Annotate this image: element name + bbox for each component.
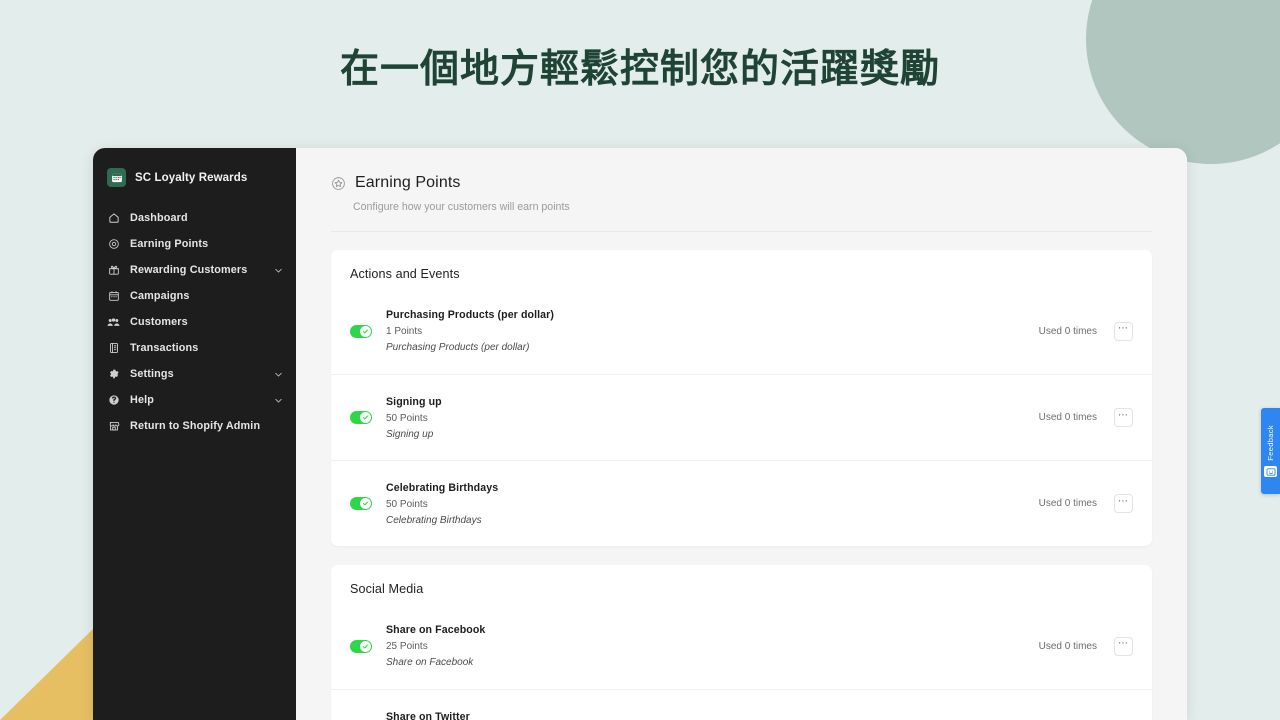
row-toggle[interactable] [350,639,372,653]
sidebar-item-help[interactable]: Help [93,387,296,413]
sidebar-item-earning-points[interactable]: Earning Points [93,231,296,257]
sidebar: SC Loyalty Rewards Dashboard Earning Poi… [93,148,296,720]
chevron-down-icon[interactable] [273,369,284,380]
row-name: Share on Twitter [386,710,470,720]
sidebar-item-transactions[interactable]: Transactions [93,335,296,361]
card-title: Actions and Events [350,267,460,281]
row-toggle[interactable] [350,497,372,510]
row-usage-count: Used 0 times [1038,640,1097,652]
table-row[interactable]: Purchasing Products (per dollar) 1 Point… [331,288,1152,374]
row-points: 50 Points [386,412,428,424]
sidebar-item-settings[interactable]: Settings [93,361,296,387]
table-row[interactable]: Celebrating Birthdays 50 Points Celebrat… [331,460,1152,546]
chevron-down-icon[interactable] [273,395,284,406]
brand-name: SC Loyalty Rewards [135,171,248,184]
brand[interactable]: SC Loyalty Rewards [93,162,296,193]
row-name: Share on Facebook [386,624,486,636]
gear-icon [107,368,120,381]
gift-icon [107,264,120,277]
sidebar-item-customers[interactable]: Customers [93,309,296,335]
row-toggle[interactable] [350,411,372,424]
target-icon [107,238,120,251]
row-points: 50 Points [386,498,428,510]
check-icon [360,412,371,423]
row-name: Celebrating Birthdays [386,481,499,494]
row-overflow-menu-button[interactable]: ⋯ [1114,494,1133,513]
table-row[interactable]: Share on Twitter 25 Points Share on Twit… [331,689,1152,720]
row-overflow-menu-button[interactable]: ⋯ [1114,408,1133,427]
check-icon [360,498,371,509]
sidebar-item-campaigns[interactable]: Campaigns [93,283,296,309]
document-icon [107,342,120,355]
card-social-media: Social Media Share on Facebook 25 Points… [331,565,1152,720]
sidebar-item-label: Help [130,394,154,406]
sidebar-item-rewarding-customers[interactable]: Rewarding Customers [93,257,296,283]
row-toggle[interactable] [350,324,372,338]
feedback-label: Feedback [1266,424,1275,461]
page-title: Earning Points [355,174,461,191]
calendar-grid-icon [107,168,126,187]
card-actions-and-events: Actions and Events Purchasing Products (… [331,250,1152,546]
app-window: SC Loyalty Rewards Dashboard Earning Poi… [93,148,1187,720]
row-name: Signing up [386,395,442,408]
home-icon [107,212,120,225]
sidebar-item-dashboard[interactable]: Dashboard [93,205,296,231]
row-description: Share on Facebook [386,657,474,668]
check-icon [360,325,371,337]
store-icon [107,420,120,433]
page-header: Earning Points Configure how your custom… [296,148,1187,213]
sidebar-item-label: Return to Shopify Admin [130,420,261,432]
row-usage-count: Used 0 times [1038,412,1097,423]
sidebar-item-label: Earning Points [130,238,209,250]
row-usage-count: Used 0 times [1038,325,1097,337]
feedback-tab[interactable]: Feedback [1261,408,1280,494]
row-overflow-menu-button[interactable]: ⋯ [1114,321,1133,341]
help-circle-icon [107,394,120,407]
star-circle-icon [331,176,346,191]
sidebar-item-label: Dashboard [130,212,188,224]
sidebar-item-label: Transactions [130,342,199,354]
row-description: Celebrating Birthdays [386,514,482,526]
chevron-down-icon[interactable] [273,265,284,276]
sidebar-item-label: Campaigns [130,290,190,302]
calendar-icon [107,290,120,303]
card-title: Social Media [350,582,424,596]
table-row[interactable]: Signing up 50 Points Signing up Used 0 t… [331,374,1152,460]
page-headline: 在一個地方輕鬆控制您的活躍獎勵 [339,48,940,91]
row-points: 1 Points [386,326,423,337]
row-overflow-menu-button[interactable]: ⋯ [1114,636,1133,656]
sidebar-item-label: Rewarding Customers [130,264,248,276]
check-icon [360,640,371,652]
main-content: Earning Points Configure how your custom… [296,148,1187,720]
decorative-triangle [0,628,94,720]
sidebar-item-label: Settings [130,368,174,380]
row-description: Purchasing Products (per dollar) [386,342,530,353]
people-icon [107,316,120,329]
page-subtitle: Configure how your customers will earn p… [353,201,570,213]
row-usage-count: Used 0 times [1038,498,1097,509]
row-description: Signing up [386,428,434,440]
sidebar-item-return-to-shopify-admin[interactable]: Return to Shopify Admin [93,413,296,439]
smiley-message-icon [1264,466,1277,478]
row-points: 25 Points [386,641,428,652]
row-name: Purchasing Products (per dollar) [386,309,555,321]
table-row[interactable]: Share on Facebook 25 Points Share on Fac… [331,603,1152,689]
cards-container: Actions and Events Purchasing Products (… [296,232,1187,720]
sidebar-item-label: Customers [130,316,188,328]
